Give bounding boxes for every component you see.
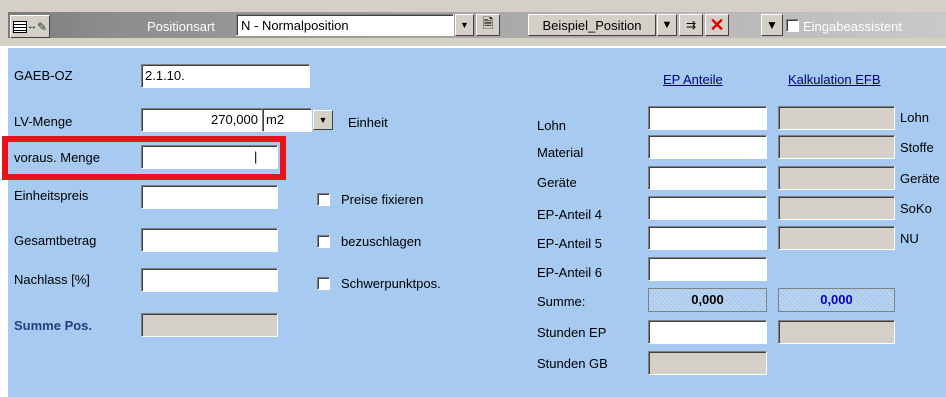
grid-icon [12, 20, 27, 33]
insert-icon: ⇉ [685, 18, 697, 32]
bezuschlagen-label: bezuschlagen [341, 234, 422, 249]
ep-row-label: Lohn [537, 118, 566, 133]
nachlass-label: Nachlass [%] [14, 272, 90, 287]
ep-geraete-field[interactable] [648, 166, 767, 190]
grid-edit-button[interactable]: ↔ ✎ [10, 15, 50, 38]
stunden-ep-label: Stunden EP [537, 325, 607, 340]
unit-dropdown-button[interactable]: ▼ [313, 110, 333, 130]
positionsart-label: Positionsart [147, 19, 215, 34]
lv-menge-field[interactable]: 270,000 [141, 108, 263, 132]
arrows-icon: ↔ [26, 21, 37, 32]
gaeb-oz-field[interactable]: 2.1.10. [141, 64, 310, 88]
stunden-kalk-field [778, 320, 895, 344]
ep-row-label: Material [537, 145, 584, 160]
positionsart-select[interactable]: N - Normalposition [236, 14, 454, 36]
nachlass-field[interactable] [141, 268, 278, 292]
summe-label: Summe: [537, 294, 586, 309]
kalk-stoffe-field [778, 135, 895, 159]
kalk-row-label: NU [900, 231, 919, 246]
ep-anteile-link[interactable]: EP Anteile [663, 72, 723, 87]
ep-lohn-field[interactable] [648, 106, 767, 130]
kalk-row-label: SoKo [900, 201, 932, 216]
template-dropdown-button[interactable]: ▼ [657, 14, 677, 36]
gaeb-oz-label: GAEB-OZ [14, 68, 73, 83]
kalk-geraete-field [778, 166, 895, 190]
template-value: Beispiel_Position [542, 17, 642, 33]
filter-icon: ▼ [766, 18, 778, 32]
triangle-down-icon: ▼ [661, 19, 673, 31]
stunden-ep-field[interactable] [648, 320, 767, 344]
left-margin [0, 46, 8, 397]
stunden-gb-label: Stunden GB [537, 356, 608, 371]
filter-button[interactable]: ▼ [761, 14, 783, 36]
summe-pos-label: Summe Pos. [14, 318, 93, 333]
schwerpunktpos-checkbox[interactable] [317, 277, 330, 290]
gesamtbetrag-label: Gesamtbetrag [14, 233, 97, 248]
ep-row-label: EP-Anteil 4 [537, 207, 603, 222]
close-icon: ✕ [709, 14, 725, 35]
bezuschlagen-checkbox[interactable] [317, 235, 330, 248]
chevron-down-icon: ▼ [460, 20, 469, 30]
einheitspreis-field[interactable] [141, 185, 278, 209]
document-icon: 🗎 [482, 15, 494, 31]
pen-icon: ✎ [36, 19, 48, 34]
kalk-lohn-field [778, 106, 895, 130]
gesamtbetrag-field[interactable] [141, 228, 278, 252]
lv-menge-label: LV-Menge [14, 114, 73, 129]
summe-kalk-value: 0,000 [778, 288, 895, 312]
einheit-label: Einheit [348, 115, 388, 130]
ep-anteil4-field[interactable] [648, 196, 767, 220]
kalk-row-label: Geräte [900, 171, 940, 186]
ep-row-label: Geräte [537, 175, 577, 190]
kalk-soko-field [778, 196, 895, 220]
summe-pos-field [141, 313, 278, 337]
chevron-down-icon: ▼ [318, 115, 328, 125]
ep-anteil6-field[interactable] [648, 257, 767, 281]
ep-row-label: EP-Anteil 6 [537, 265, 603, 280]
preise-fixieren-label: Preise fixieren [341, 192, 424, 207]
positionsart-dropdown-button[interactable]: ▼ [455, 14, 474, 36]
insert-button[interactable]: ⇉ [679, 14, 703, 36]
unit-select[interactable]: m2 [262, 108, 312, 132]
kalkulation-efb-link[interactable]: Kalkulation EFB [788, 72, 881, 87]
ep-row-label: EP-Anteil 5 [537, 236, 603, 251]
gaeb-oz-value: 2.1.10. [145, 68, 185, 83]
kalk-row-label: Lohn [900, 110, 929, 125]
lv-menge-value: 270,000 [211, 112, 258, 127]
highlight-box [2, 136, 286, 180]
kalk-nu-field [778, 226, 895, 250]
summe-ep-value: 0,000 [648, 288, 767, 312]
positionsart-value: N - Normalposition [241, 18, 349, 33]
kalk-row-label: Stoffe [900, 140, 934, 155]
unit-value: m2 [266, 112, 285, 127]
ep-anteil5-field[interactable] [648, 226, 767, 250]
template-select[interactable]: Beispiel_Position [528, 14, 656, 36]
eingabeassistent-checkbox[interactable] [786, 19, 799, 32]
position-form [8, 48, 946, 397]
einheitspreis-label: Einheitspreis [14, 188, 89, 203]
delete-button[interactable]: ✕ [705, 14, 729, 36]
new-document-button[interactable]: 🗎 [476, 14, 500, 36]
eingabeassistent-label: Eingabeassistent [803, 19, 903, 34]
schwerpunktpos-label: Schwerpunktpos. [341, 276, 441, 291]
stunden-gb-field [648, 351, 767, 375]
preise-fixieren-checkbox[interactable] [317, 193, 330, 206]
ep-material-field[interactable] [648, 135, 767, 159]
